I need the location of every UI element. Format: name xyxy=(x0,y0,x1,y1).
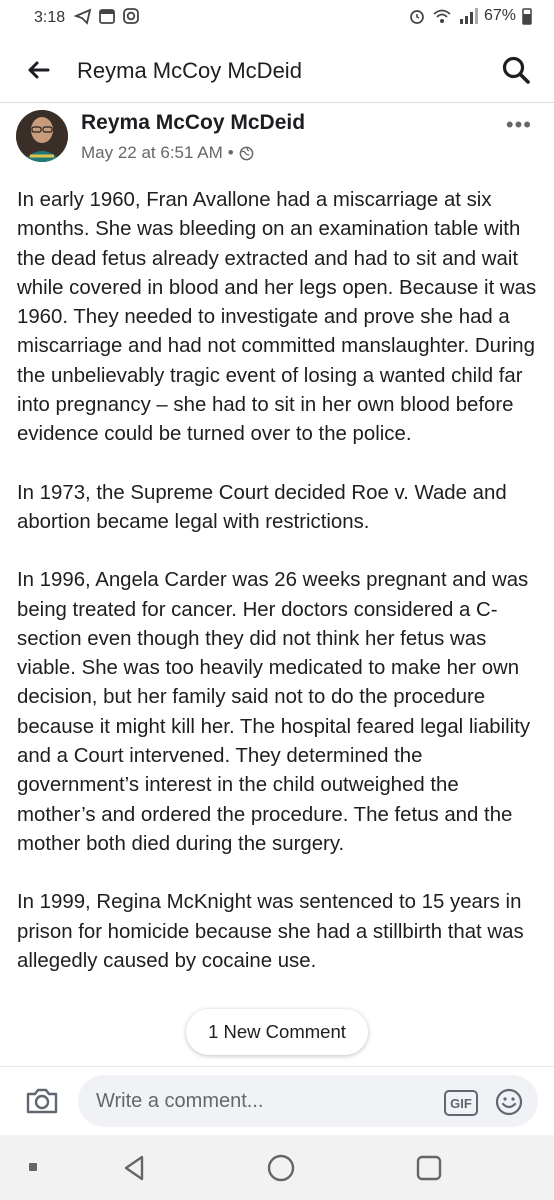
post-paragraph: In 1999, Regina McKnight was sentenced t… xyxy=(17,891,524,972)
post-body: In early 1960, Fran Avallone had a misca… xyxy=(17,186,541,1005)
new-comment-button[interactable]: 1 New Comment xyxy=(186,1009,368,1055)
battery-percent: 67% xyxy=(483,7,516,24)
search-icon[interactable] xyxy=(500,54,532,86)
wifi-icon xyxy=(433,9,451,23)
signal-icon xyxy=(459,8,478,24)
post-paragraph: In 1996, Angela Carder was 26 weeks preg… xyxy=(17,569,531,855)
back-nav-icon[interactable] xyxy=(120,1153,148,1183)
alarm-icon xyxy=(410,10,424,24)
more-options-icon[interactable]: ••• xyxy=(506,112,532,138)
back-arrow-icon[interactable] xyxy=(22,54,54,86)
emoji-icon[interactable] xyxy=(494,1087,524,1117)
status-bar: 3:18 67% xyxy=(0,0,554,36)
post-timestamp[interactable]: May 22 at 6:51 AM xyxy=(81,143,223,163)
camera-icon[interactable] xyxy=(24,1085,60,1117)
post-paragraph: In early 1960, Fran Avallone had a misca… xyxy=(17,189,537,446)
instagram-icon xyxy=(123,8,139,24)
post-meta: May 22 at 6:51 AM • xyxy=(81,143,254,163)
meta-separator: • xyxy=(227,143,234,162)
comment-input[interactable]: Write a comment... GIF xyxy=(78,1075,538,1127)
app-header: Reyma McCoy McDeid xyxy=(0,36,554,103)
status-right: 67% xyxy=(408,7,532,25)
post-paragraph: In 1973, the Supreme Court decided Roe v… xyxy=(17,481,507,533)
notification-icons xyxy=(74,7,140,25)
recents-dot-icon[interactable] xyxy=(28,1162,38,1172)
system-nav-bar xyxy=(0,1135,554,1200)
telegram-icon xyxy=(74,8,92,25)
comment-bar: Write a comment... GIF xyxy=(0,1066,554,1135)
calendar-icon xyxy=(99,9,115,24)
home-nav-icon[interactable] xyxy=(266,1153,296,1183)
avatar[interactable] xyxy=(16,110,68,162)
post-author[interactable]: Reyma McCoy McDeid xyxy=(81,111,305,135)
battery-icon xyxy=(522,8,532,25)
page-title: Reyma McCoy McDeid xyxy=(77,58,302,83)
profile-photo xyxy=(16,110,68,162)
globe-icon xyxy=(239,146,254,160)
overview-nav-icon[interactable] xyxy=(414,1153,444,1183)
comment-placeholder: Write a comment... xyxy=(96,1090,264,1112)
status-time: 3:18 xyxy=(34,9,66,26)
gif-button[interactable]: GIF xyxy=(444,1090,478,1116)
